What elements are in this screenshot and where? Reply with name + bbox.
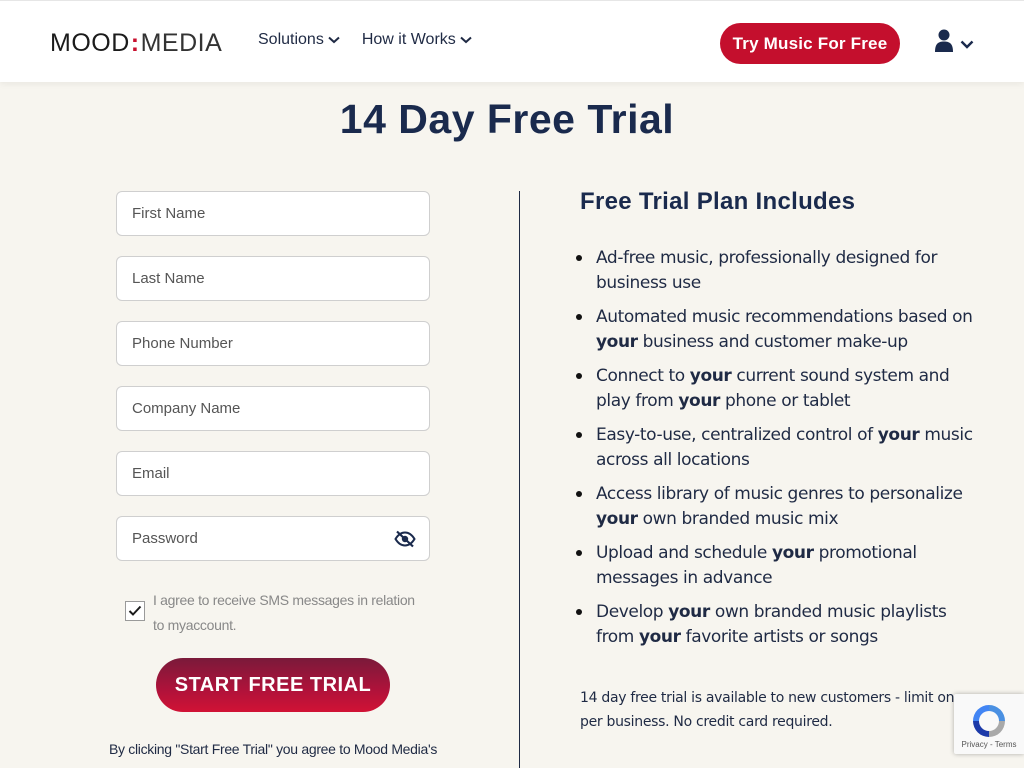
emphasis-text: your xyxy=(668,602,710,622)
feature-text: Automated music recommendations based on xyxy=(596,307,973,327)
plan-feature-item: Develop your own branded music playlists… xyxy=(576,600,986,650)
plan-note: 14 day free trial is available to new cu… xyxy=(580,690,963,730)
plan-features-list: Ad-free music, professionally designed f… xyxy=(576,246,986,659)
nav-how-it-works[interactable]: How it Works xyxy=(362,31,474,49)
recaptcha-badge[interactable]: Privacy - Terms xyxy=(954,694,1024,754)
emphasis-text: your xyxy=(678,391,721,411)
page-title: 14 Day Free Trial xyxy=(339,96,675,142)
emphasis-text: your xyxy=(689,366,732,386)
mood-media-logo[interactable]: MOOD: MEDIA xyxy=(50,29,222,57)
try-music-for-free-button[interactable]: Try Music For Free xyxy=(720,23,900,64)
emphasis-text: your xyxy=(877,425,920,445)
email-input[interactable] xyxy=(116,451,430,496)
user-icon xyxy=(934,29,954,57)
company-name-input[interactable] xyxy=(116,386,430,431)
emphasis-text: your xyxy=(596,509,638,529)
phone-number-input[interactable] xyxy=(116,321,430,366)
sms-consent-checkbox[interactable] xyxy=(125,601,145,621)
recaptcha-links[interactable]: Privacy - Terms xyxy=(954,740,1024,749)
feature-text: own branded music mix xyxy=(637,509,839,529)
chevron-down-icon xyxy=(328,35,342,45)
check-icon xyxy=(128,605,142,616)
main-nav: Solutions How it Works xyxy=(258,31,474,49)
site-header: MOOD: MEDIA Solutions How it Works Try Mu… xyxy=(0,0,1024,82)
plan-feature-item: Ad-free music, professionally designed f… xyxy=(576,246,986,296)
plan-feature-item: Automated music recommendations based on… xyxy=(576,305,986,355)
chevron-down-icon xyxy=(460,35,474,45)
feature-text: Develop xyxy=(596,602,669,622)
sms-consent-label: I agree to receive SMS messages in relat… xyxy=(153,592,415,633)
feature-text: Access library of music genres to person… xyxy=(596,484,963,504)
plan-feature-item: Connect to your current sound system and… xyxy=(576,364,986,414)
account-menu[interactable] xyxy=(934,29,974,57)
feature-text: Upload and schedule xyxy=(596,543,772,563)
nav-solutions[interactable]: Solutions xyxy=(258,31,342,49)
feature-text: favorite artists or songs xyxy=(680,627,879,647)
emphasis-text: your xyxy=(771,543,814,563)
plan-feature-item: Upload and schedule your promotional mes… xyxy=(576,541,986,591)
column-divider xyxy=(519,191,520,768)
plan-title: Free Trial Plan Includes xyxy=(580,188,856,215)
feature-text: Easy-to-use, centralized control of xyxy=(596,425,878,445)
plan-feature-item: Easy-to-use, centralized control of your… xyxy=(576,423,986,473)
plan-feature-item: Access library of music genres to person… xyxy=(576,482,986,532)
recaptcha-icon xyxy=(970,702,1008,740)
emphasis-text: your xyxy=(596,332,638,352)
password-input[interactable] xyxy=(116,516,430,561)
last-name-input[interactable] xyxy=(116,256,430,301)
start-free-trial-button[interactable]: START FREE TRIAL xyxy=(156,658,390,712)
feature-text: business and customer make-up xyxy=(637,332,909,352)
chevron-down-icon xyxy=(960,34,974,53)
feature-text: phone or tablet xyxy=(720,391,851,411)
feature-text: Ad-free music, professionally designed f… xyxy=(596,248,938,293)
first-name-input[interactable] xyxy=(116,191,430,236)
emphasis-text: your xyxy=(638,627,681,647)
eye-slash-icon[interactable] xyxy=(394,530,416,548)
feature-text: Connect to xyxy=(596,366,690,386)
legal-notice: By clicking "Start Free Trial" you agree… xyxy=(108,741,438,757)
